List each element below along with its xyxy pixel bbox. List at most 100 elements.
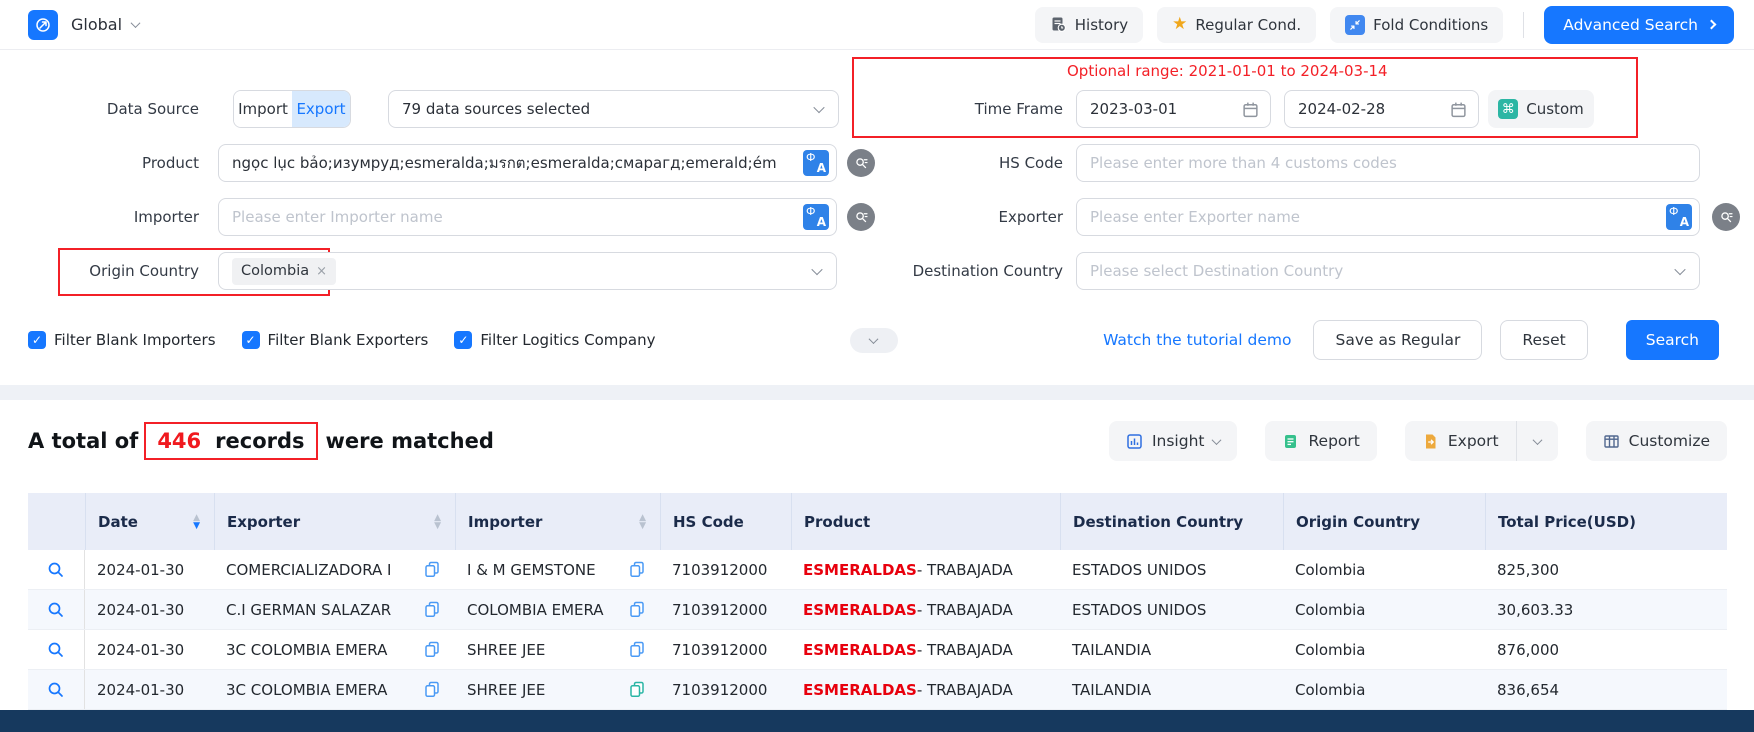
filter-column-left: Data Source Import Export 79 data source… [0,90,880,306]
cell-total-price: 30,603.33 [1485,590,1727,629]
fuzzy-match-icon[interactable] [847,203,875,231]
row-detail-button[interactable] [28,550,85,589]
copy-icon[interactable] [629,681,645,698]
date-from-picker[interactable]: 2023-03-01 [1076,90,1271,128]
import-toggle[interactable]: Import [234,91,292,127]
app-logo-icon[interactable] [28,10,58,40]
customize-button[interactable]: Customize [1586,421,1727,461]
destination-placeholder: Please select Destination Country [1090,262,1343,280]
destination-country-select[interactable]: Please select Destination Country [1076,252,1700,290]
fuzzy-match-icon[interactable] [847,149,875,177]
results-actions: Insight Report [1109,421,1727,461]
tag-remove-icon[interactable]: × [316,264,327,279]
export-button[interactable]: Export [1405,421,1516,461]
origin-country-select[interactable]: Colombia × [218,252,837,290]
region-selector[interactable]: Global [71,15,139,34]
custom-range-button[interactable]: ⌘ Custom [1488,90,1594,128]
history-button[interactable]: History [1035,7,1143,43]
table-row: 2024-01-30 3C COLOMBIA EMERA SHREE JEE 7 [28,630,1727,670]
advanced-search-button[interactable]: Advanced Search [1544,6,1734,44]
date-to-picker[interactable]: 2024-02-28 [1284,90,1479,128]
fold-conditions-label: Fold Conditions [1373,16,1488,34]
cell-hs-code: 7103912000 [660,590,791,629]
sort-exporter-control[interactable]: ▲▼ [434,514,441,530]
table-header-row: Date ▲▼ Exporter ▲▼ Importer ▲▼ HS Code … [28,493,1727,550]
row-detail-button[interactable] [28,670,85,709]
insight-button[interactable]: Insight [1109,421,1238,461]
data-source-label: Data Source [0,100,218,118]
filter-section: Optional range: 2021-01-01 to 2024-03-14… [0,50,1754,359]
filter-logistics-company-checkbox[interactable]: ✓ Filter Logitics Company [454,331,655,349]
save-as-regular-button[interactable]: Save as Regular [1313,320,1482,360]
fold-icon [1345,15,1365,35]
cell-hs-code: 7103912000 [660,550,791,589]
header-exporter[interactable]: Exporter ▲▼ [214,493,455,550]
insight-label: Insight [1152,432,1205,450]
cell-hs-code: 7103912000 [660,670,791,709]
regular-cond-button[interactable]: ★ Regular Cond. [1157,7,1316,43]
cell-importer: SHREE JEE [455,630,660,669]
translate-icon[interactable]: ФA [1666,204,1692,230]
hs-code-label: HS Code [880,154,1076,172]
copy-icon[interactable] [629,561,645,578]
filter-blank-importers-label: Filter Blank Importers [54,331,216,349]
topbar-divider [1523,12,1524,38]
exporter-input[interactable] [1076,198,1700,236]
cell-importer: I & M GEMSTONE [455,550,660,589]
filter-blank-exporters-checkbox[interactable]: ✓ Filter Blank Exporters [242,331,429,349]
row-detail-button[interactable] [28,630,85,669]
checkbox-checked-icon: ✓ [242,331,260,349]
date-from-value: 2023-03-01 [1090,100,1177,118]
header-importer[interactable]: Importer ▲▼ [455,493,660,550]
cell-product: ESMERALDAS - TRABAJADA [791,590,1060,629]
copy-icon[interactable] [424,601,440,618]
product-label: Product [0,154,218,172]
customize-label: Customize [1629,432,1710,450]
cell-origin: Colombia [1283,670,1485,709]
product-input[interactable] [218,144,837,182]
copy-icon[interactable] [424,681,440,698]
copy-icon[interactable] [629,641,645,658]
cell-product: ESMERALDAS - TRABAJADA [791,670,1060,709]
hs-code-input[interactable] [1076,144,1700,182]
results-total-title: A total of 446 records were matched [28,422,494,460]
sort-importer-control[interactable]: ▲▼ [639,514,646,530]
cell-date: 2024-01-30 [85,590,214,629]
app-root: Global History ★ Regular Cond. [0,0,1754,732]
copy-icon[interactable] [424,641,440,658]
fold-conditions-button[interactable]: Fold Conditions [1330,7,1503,43]
cell-importer: COLOMBIA EMERA [455,590,660,629]
reset-button[interactable]: Reset [1500,320,1587,360]
checkbox-checked-icon: ✓ [454,331,472,349]
cell-total-price: 836,654 [1485,670,1727,709]
copy-icon[interactable] [424,561,440,578]
copy-icon[interactable] [629,601,645,618]
filter-blank-importers-checkbox[interactable]: ✓ Filter Blank Importers [28,331,216,349]
checkbox-checked-icon: ✓ [28,331,46,349]
report-button[interactable]: Report [1265,421,1376,461]
cell-date: 2024-01-30 [85,550,214,589]
chevron-down-icon [1532,435,1542,445]
search-button[interactable]: Search [1626,320,1719,360]
row-detail-button[interactable] [28,590,85,629]
data-sources-select[interactable]: 79 data sources selected [388,90,839,128]
date-to-value: 2024-02-28 [1298,100,1385,118]
tutorial-demo-link[interactable]: Watch the tutorial demo [1103,331,1291,349]
header-origin-country: Origin Country [1283,493,1485,550]
magnifier-icon [47,681,65,699]
cell-total-price: 825,300 [1485,550,1727,589]
header-hs-code: HS Code [660,493,791,550]
cell-total-price: 876,000 [1485,630,1727,669]
translate-icon[interactable]: ФA [803,150,829,176]
sort-date-control[interactable]: ▲▼ [193,514,200,530]
translate-icon[interactable]: ФA [803,204,829,230]
importer-input[interactable] [218,198,837,236]
export-toggle[interactable]: Export [292,91,350,127]
import-export-toggle: Import Export [233,90,351,128]
calendar-icon [1450,101,1467,118]
advanced-search-label: Advanced Search [1563,16,1698,34]
export-options-button[interactable] [1516,421,1558,461]
collapse-conditions-button[interactable] [850,328,898,353]
fuzzy-match-icon[interactable] [1712,203,1740,231]
header-date[interactable]: Date ▲▼ [85,493,214,550]
